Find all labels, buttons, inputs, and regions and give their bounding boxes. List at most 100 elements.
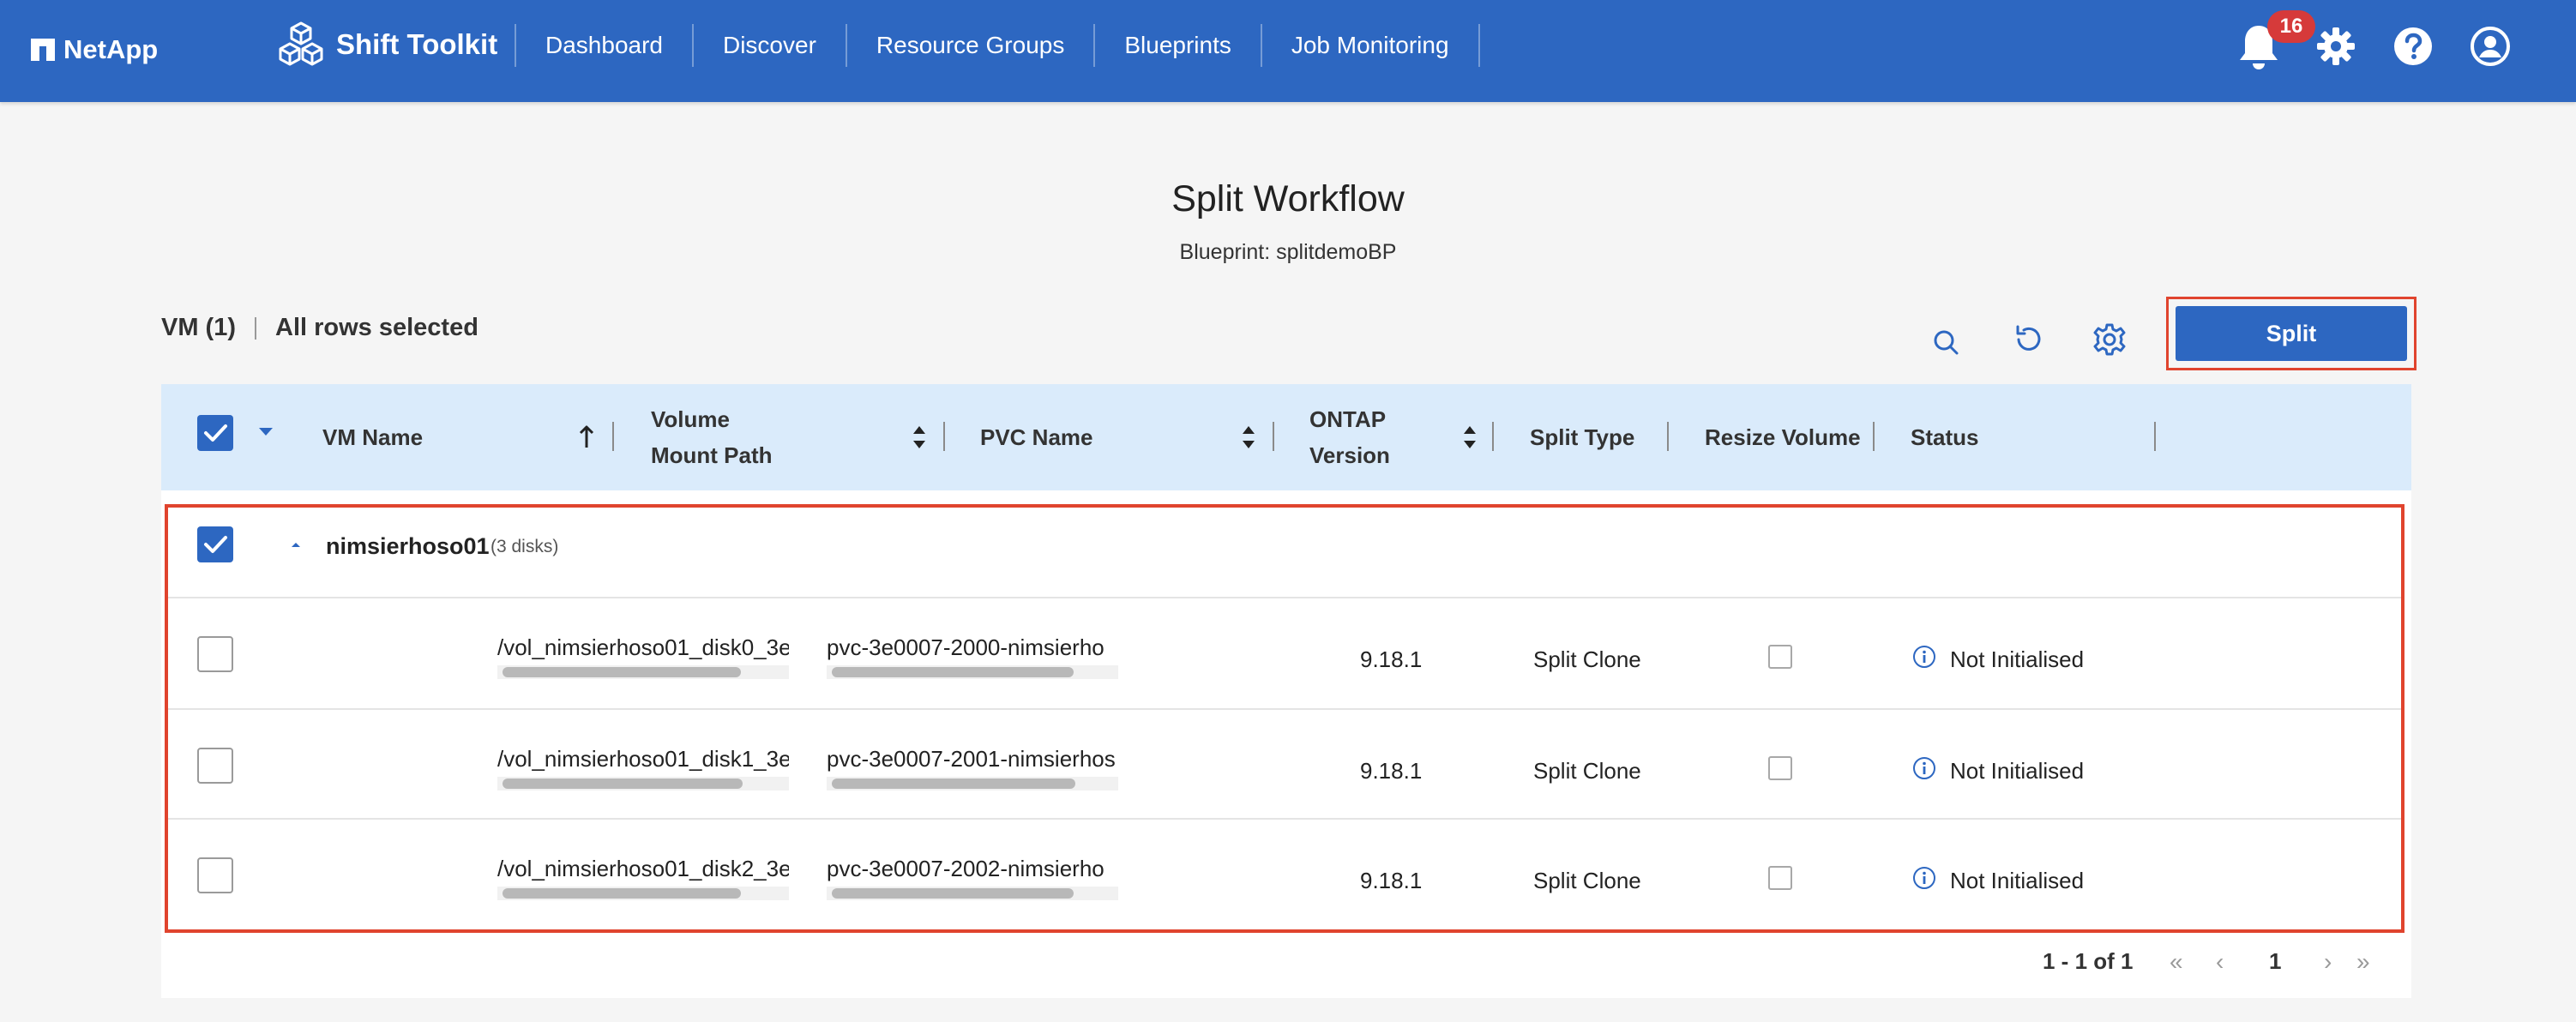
current-page[interactable]: 1	[2269, 948, 2281, 975]
blueprint-subtitle: Blueprint: splitdemoBP	[1179, 240, 1397, 264]
app-name: Shift Toolkit	[336, 28, 498, 60]
notification-badge: 16	[2267, 10, 2315, 43]
volume-mount-path: /vol_nimsierhoso01_disk1_3e	[497, 746, 789, 772]
column-divider	[943, 422, 945, 451]
check-icon	[204, 424, 227, 442]
col-ontap-line2: Version	[1309, 442, 1390, 468]
status-text: Not Initialised	[1950, 868, 2085, 893]
resize-volume-checkbox[interactable]	[1768, 756, 1792, 780]
sort-icon[interactable]	[1461, 424, 1478, 450]
search-icon[interactable]	[1928, 324, 1965, 362]
prev-page-icon[interactable]: ‹	[2216, 948, 2224, 976]
page-title: Split Workflow	[1171, 178, 1405, 219]
selection-status: All rows selected	[275, 314, 478, 341]
col-split-type[interactable]: Split Type	[1530, 384, 1634, 490]
settings-icon[interactable]	[2091, 321, 2128, 358]
nav-resource-groups[interactable]: Resource Groups	[847, 24, 1096, 67]
netapp-logo-icon	[31, 39, 55, 61]
volume-mount-path: /vol_nimsierhoso01_disk0_3e	[497, 634, 789, 660]
app-title[interactable]: Shift Toolkit	[276, 19, 497, 70]
row-checkbox[interactable]	[197, 636, 233, 672]
split-workflow-table: VM Name Volume Mount Path PVC Name ONTAP…	[161, 384, 2411, 998]
collapse-caret-icon[interactable]	[290, 540, 302, 549]
horizontal-scrollbar[interactable]	[832, 667, 1074, 677]
user-icon[interactable]	[2470, 26, 2511, 67]
help-icon[interactable]	[2392, 26, 2434, 67]
row-divider	[168, 818, 2401, 820]
nav-discover[interactable]: Discover	[694, 24, 847, 67]
group-disk-count: (3 disks)	[491, 537, 559, 556]
split-button[interactable]: Split	[2176, 306, 2407, 361]
split-button-highlight: Split	[2166, 297, 2417, 370]
group-vm-name: nimsierhoso01	[326, 533, 490, 559]
col-ontap-line1: ONTAP	[1309, 406, 1387, 432]
col-volume-mount-path[interactable]: Volume Mount Path	[651, 384, 773, 490]
column-divider	[1873, 422, 1875, 451]
pvc-name: pvc-3e0007-2001-nimsierhos	[827, 746, 1116, 772]
nav-dashboard[interactable]: Dashboard	[516, 24, 694, 67]
col-status[interactable]: Status	[1911, 384, 1978, 490]
selection-summary: VM (1) All rows selected	[161, 314, 478, 342]
sort-icon[interactable]	[911, 424, 928, 450]
split-type: Split Clone	[1533, 758, 1641, 784]
ontap-version: 9.18.1	[1360, 758, 1423, 784]
resize-volume-checkbox[interactable]	[1768, 645, 1792, 669]
split-type: Split Clone	[1533, 646, 1641, 672]
volume-mount-path: /vol_nimsierhoso01_disk2_3e	[497, 856, 789, 881]
horizontal-scrollbar[interactable]	[503, 779, 743, 789]
status-text: Not Initialised	[1950, 758, 2085, 784]
resize-volume-checkbox[interactable]	[1768, 866, 1792, 890]
next-page-icon[interactable]: ›	[2324, 948, 2332, 976]
col-pvc-name[interactable]: PVC Name	[980, 384, 1093, 490]
horizontal-scrollbar[interactable]	[503, 888, 741, 899]
brand-name: NetApp	[63, 34, 159, 64]
divider	[255, 316, 256, 340]
nav-job-monitoring[interactable]: Job Monitoring	[1262, 24, 1480, 67]
horizontal-scrollbar[interactable]	[832, 888, 1074, 899]
col-ontap-version[interactable]: ONTAP Version	[1309, 384, 1390, 490]
column-divider	[1667, 422, 1669, 451]
last-page-icon[interactable]: »	[2356, 948, 2370, 976]
col-resize-volume[interactable]: Resize Volume	[1705, 384, 1861, 490]
ontap-version: 9.18.1	[1360, 868, 1423, 893]
group-checkbox[interactable]	[197, 526, 233, 562]
horizontal-scrollbar[interactable]	[832, 779, 1075, 789]
ontap-version: 9.18.1	[1360, 646, 1423, 672]
nav-blueprints[interactable]: Blueprints	[1095, 24, 1262, 67]
refresh-icon[interactable]	[2010, 321, 2048, 358]
pagination-range: 1 - 1 of 1	[2043, 948, 2134, 974]
info-icon	[1913, 646, 1935, 668]
pvc-name: pvc-3e0007-2000-nimsierho	[827, 634, 1104, 660]
main-nav: Dashboard Discover Resource Groups Bluep…	[515, 24, 1480, 67]
row-checkbox[interactable]	[197, 857, 233, 893]
column-divider	[612, 422, 614, 451]
netapp-logo[interactable]: NetApp	[31, 31, 158, 69]
sort-ascending-icon[interactable]	[578, 424, 595, 450]
column-divider	[1273, 422, 1274, 451]
select-all-checkbox[interactable]	[197, 415, 233, 451]
sort-icon[interactable]	[1240, 424, 1257, 450]
col-vm-name[interactable]: VM Name	[322, 384, 423, 490]
row-checkbox[interactable]	[197, 748, 233, 784]
pvc-name: pvc-3e0007-2002-nimsierho	[827, 856, 1104, 881]
status-text: Not Initialised	[1950, 646, 2085, 672]
col-volume-line2: Mount Path	[651, 442, 773, 468]
top-navigation-bar: NetApp Shift Toolkit Dashboard Discover …	[0, 0, 2576, 102]
gear-icon[interactable]	[2315, 26, 2356, 67]
vm-count: VM (1)	[161, 314, 236, 341]
selected-rows-highlight: nimsierhoso01 (3 disks) /vol_nimsierhoso…	[165, 504, 2404, 933]
select-menu-caret-icon[interactable]	[257, 425, 274, 437]
row-divider	[168, 597, 2401, 598]
cubes-icon	[279, 21, 323, 66]
column-divider	[2154, 422, 2156, 451]
col-volume-line1: Volume	[651, 406, 730, 432]
info-icon	[1913, 867, 1935, 889]
first-page-icon[interactable]: «	[2170, 948, 2183, 976]
split-type: Split Clone	[1533, 868, 1641, 893]
table-header: VM Name Volume Mount Path PVC Name ONTAP…	[161, 384, 2411, 490]
check-icon	[204, 536, 227, 553]
column-divider	[1492, 422, 1494, 451]
horizontal-scrollbar[interactable]	[503, 667, 741, 677]
info-icon	[1913, 757, 1935, 779]
row-divider	[168, 708, 2401, 710]
